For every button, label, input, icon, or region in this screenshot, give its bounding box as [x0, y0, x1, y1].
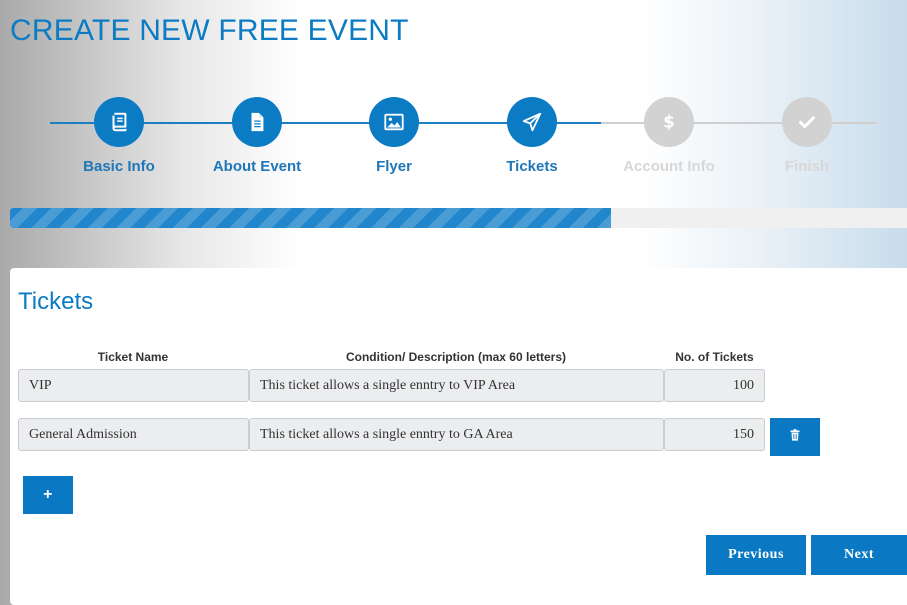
check-icon [782, 97, 832, 147]
svg-text:$: $ [663, 113, 674, 132]
ticket-description-field[interactable]: This ticket allows a single enntry to GA… [249, 418, 664, 451]
next-button[interactable]: Next [811, 535, 907, 575]
previous-button[interactable]: Previous [706, 535, 806, 575]
document-icon [232, 97, 282, 147]
wizard-step-basic-info[interactable]: Basic Info [49, 97, 189, 175]
wizard-step-label: Finish [784, 158, 830, 175]
wizard-step-label: Tickets [506, 158, 558, 175]
wizard-step-flyer[interactable]: Flyer [324, 97, 464, 175]
wizard-step-finish[interactable]: Finish [737, 97, 877, 175]
image-icon [369, 97, 419, 147]
paper-plane-icon [507, 97, 557, 147]
wizard-step-tickets[interactable]: Tickets [462, 97, 602, 175]
add-ticket-button[interactable]: + [23, 476, 73, 514]
ticket-description-field[interactable]: This ticket allows a single enntry to VI… [249, 369, 664, 402]
ticket-count-field[interactable]: 100 [664, 369, 765, 402]
delete-ticket-button[interactable] [770, 418, 820, 456]
wizard-steps: Basic Info About Event Flyer Tickets $ A… [0, 97, 907, 187]
progress-fill [10, 208, 611, 228]
wizard-step-about-event[interactable]: About Event [187, 97, 327, 175]
wizard-step-label: Flyer [376, 158, 412, 175]
wizard-step-label: Account Info [623, 158, 715, 175]
page-title: CREATE NEW FREE EVENT [10, 14, 409, 47]
column-header-description: Condition/ Description (max 60 letters) [345, 350, 567, 364]
trash-icon [789, 428, 801, 446]
tickets-card: Tickets Ticket Name Condition/ Descripti… [10, 268, 907, 605]
book-icon [94, 97, 144, 147]
dollar-icon: $ [644, 97, 694, 147]
progress-bar [10, 208, 907, 228]
wizard-step-label: About Event [212, 158, 302, 175]
ticket-count-field[interactable]: 150 [664, 418, 765, 451]
column-header-ticket-name: Ticket Name [97, 350, 169, 364]
column-header-ticket-count: No. of Tickets [675, 350, 754, 364]
ticket-name-field[interactable]: General Admission [18, 418, 249, 451]
section-title: Tickets [18, 288, 94, 315]
ticket-name-field[interactable]: VIP [18, 369, 249, 402]
wizard-step-account-info[interactable]: $ Account Info [599, 97, 739, 175]
wizard-step-label: Basic Info [83, 158, 155, 175]
